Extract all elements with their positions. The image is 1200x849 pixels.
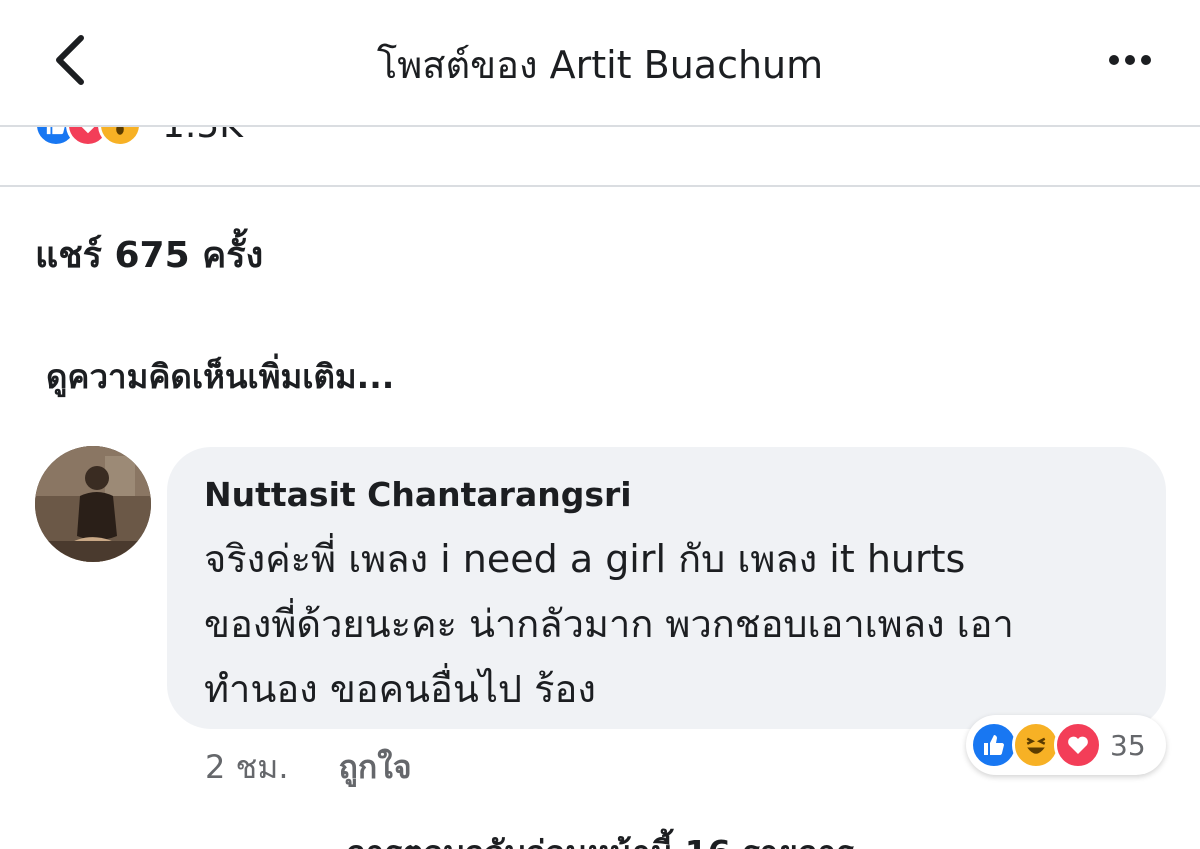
comment-bubble: Nuttasit Chantarangsri จริงค่ะพี่ เพลง i… [167,447,1166,729]
comment-timestamp: 2 ชม. [205,748,289,786]
comment-text-line: จริงค่ะพี่ เพลง i need a girl กับ เพลง i… [204,537,966,581]
more-dots-icon [1125,55,1135,65]
haha-reaction-icon [1012,721,1060,769]
comment-meta: 2 ชม. ถูกใจ [205,742,412,793]
comment-text-line: ของพี่ด้วยนะคะ น่ากลัวมาก พวกชอบเอาเพลง … [204,602,1014,646]
more-options-button[interactable] [1100,40,1160,80]
previous-replies-link[interactable]: การตอบกลับก่อนหน้านี้ 16 รายการ [0,826,1200,849]
avatar[interactable] [35,446,151,562]
comment-reaction-summary[interactable]: 35 [966,715,1166,775]
comment-reaction-count: 35 [1110,728,1146,762]
love-reaction-icon [1054,721,1102,769]
more-dots-icon [1141,55,1151,65]
comment-like-button[interactable]: ถูกใจ [339,742,412,793]
like-reaction-icon [970,721,1018,769]
top-navigation-bar: โพสต์ของ Artit Buachum [0,0,1200,127]
comment-author[interactable]: Nuttasit Chantarangsri [204,475,632,514]
page-title: โพสต์ของ Artit Buachum [376,43,824,87]
comment-text-line: ทำนอง ขอคนอื่นไป ร้อง [204,667,596,711]
see-more-comments-link[interactable]: ดูความคิดเห็นเพิ่มเติม... [46,350,394,403]
more-dots-icon [1109,55,1119,65]
comment-text: จริงค่ะพี่ เพลง i need a girl กับ เพลง i… [204,527,1144,722]
divider [0,185,1200,187]
share-count[interactable]: แชร์ 675 ครั้ง [35,226,263,283]
